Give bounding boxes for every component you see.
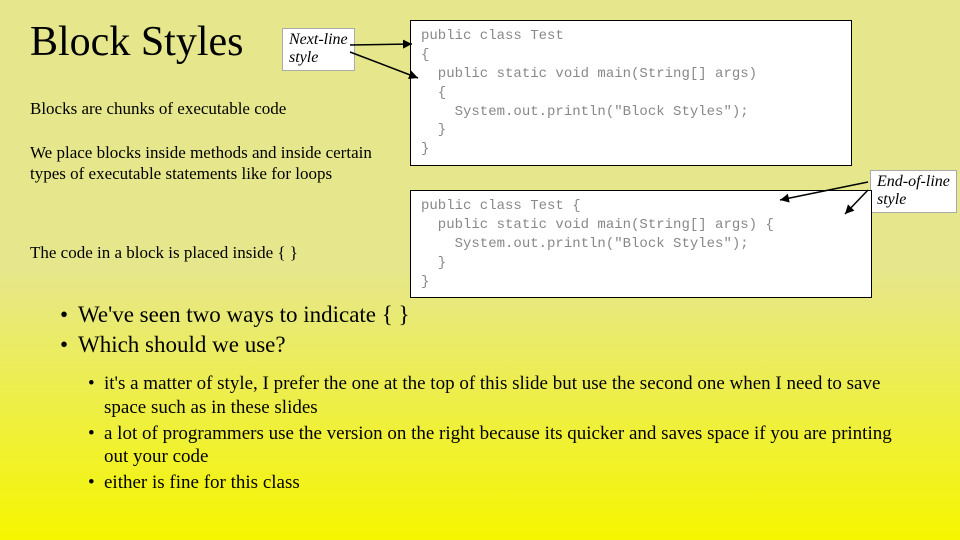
bullet-icon: • [88,372,104,420]
bullet-icon: • [60,330,78,360]
bullet-text: We've seen two ways to indicate { } [78,300,410,330]
bullet-list-level1: • We've seen two ways to indicate { } • … [60,300,410,360]
bullet-text: a lot of programmers use the version on … [104,422,918,470]
paragraph-1: Blocks are chunks of executable code [30,98,286,119]
bullet-text: either is fine for this class [104,471,918,495]
bullet-text: it's a matter of style, I prefer the one… [104,372,918,420]
slide-title: Block Styles [30,18,244,66]
bullet-icon: • [60,300,78,330]
code-example-next-line: public class Test { public static void m… [410,20,852,166]
list-item: • either is fine for this class [88,471,918,495]
list-item: • We've seen two ways to indicate { } [60,300,410,330]
bullet-icon: • [88,422,104,470]
list-item: • Which should we use? [60,330,410,360]
callout-next-line-style: Next-linestyle [282,28,355,71]
bullet-text: Which should we use? [78,330,286,360]
bullet-icon: • [88,471,104,495]
list-item: • a lot of programmers use the version o… [88,422,918,470]
bullet-list-level2: • it's a matter of style, I prefer the o… [88,372,918,497]
callout-end-of-line-style: End-of-linestyle [870,170,957,213]
paragraph-2: We place blocks inside methods and insid… [30,142,390,185]
paragraph-3: The code in a block is placed inside { } [30,242,298,263]
code-example-end-of-line: public class Test { public static void m… [410,190,872,298]
list-item: • it's a matter of style, I prefer the o… [88,372,918,420]
